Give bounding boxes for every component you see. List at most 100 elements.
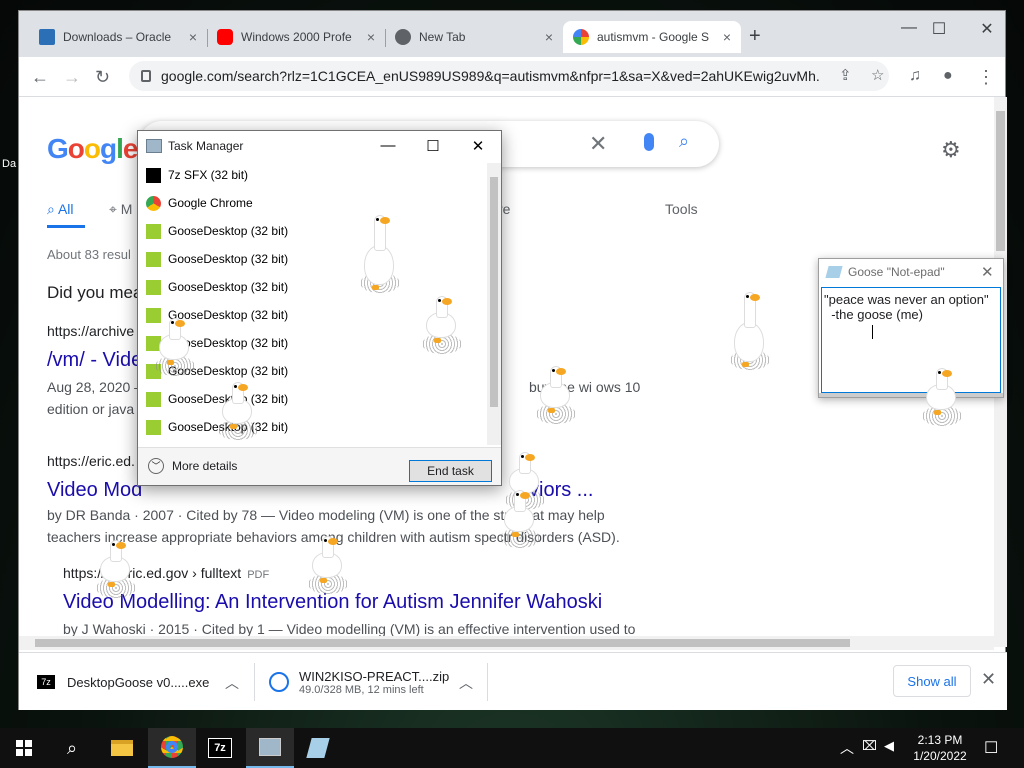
process-row[interactable]: GooseDesktop (32 bit) bbox=[138, 413, 488, 441]
notepad-text-area[interactable]: "peace was never an option" -the goose (… bbox=[821, 287, 1001, 393]
tab-title: Windows 2000 Profe bbox=[241, 30, 352, 44]
goose-app-icon bbox=[146, 223, 161, 239]
media-control-icon[interactable]: ♫ bbox=[909, 67, 921, 85]
task-manager-taskbar-icon[interactable] bbox=[246, 728, 294, 768]
active-tab-indicator bbox=[47, 225, 85, 228]
tab-close-icon[interactable]: × bbox=[723, 29, 731, 45]
minimize-icon[interactable]: — bbox=[373, 137, 403, 154]
process-name: Google Chrome bbox=[168, 196, 253, 210]
forward-arrow-icon[interactable]: → bbox=[63, 67, 81, 88]
youtube-favicon-icon bbox=[217, 29, 233, 45]
notification-icon[interactable]: ☐ bbox=[984, 738, 998, 758]
result-url[interactable]: https:// s.eric.ed.gov › fulltext PDF bbox=[63, 565, 269, 581]
notepad-titlebar[interactable]: Goose "Not-epad" bbox=[819, 259, 1003, 285]
chevron-up-icon[interactable]: ︿ bbox=[225, 673, 239, 693]
download-item-desktopgoose[interactable]: 7z DesktopGoose v0.....exe bbox=[37, 653, 209, 711]
7z-icon: 7z bbox=[37, 675, 55, 689]
pdf-badge: PDF bbox=[247, 569, 270, 581]
maximize-icon[interactable]: ☐ bbox=[919, 19, 959, 39]
result-url[interactable]: https://eric.ed. bbox=[47, 453, 135, 469]
7z-icon bbox=[146, 167, 161, 183]
notepad-scrollbar[interactable] bbox=[819, 393, 1003, 397]
process-row[interactable]: Google Chrome bbox=[138, 189, 488, 217]
start-button[interactable] bbox=[0, 728, 48, 768]
tab-all[interactable]: ⌕ All bbox=[47, 201, 74, 218]
did-you-mean[interactable]: Did you mea bbox=[47, 283, 142, 303]
download-item-win2kiso[interactable]: WIN2KISO-PREACT....zip 49.0/328 MB, 12 m… bbox=[269, 653, 449, 711]
windows-logo-icon bbox=[16, 740, 32, 756]
result-snippet: edition or java bbox=[47, 401, 135, 417]
process-name: GooseDesktop (32 bit) bbox=[168, 224, 289, 238]
result-title[interactable]: Video Mod bbox=[47, 479, 142, 502]
close-download-bar-icon[interactable]: ✕ bbox=[981, 669, 996, 690]
process-name: GooseDesktop (32 bit) bbox=[168, 280, 289, 294]
more-details-button[interactable]: ﹀ More details bbox=[148, 458, 237, 474]
process-row[interactable]: GooseDesktop (32 bit) bbox=[138, 217, 488, 245]
search-icon[interactable]: ⌕ bbox=[679, 131, 689, 152]
task-manager-footer: ﹀ More details End task bbox=[138, 447, 501, 485]
end-task-button[interactable]: End task bbox=[409, 460, 492, 482]
tab-new-tab[interactable]: New Tab × bbox=[385, 21, 563, 53]
close-icon[interactable]: ✕ bbox=[463, 137, 493, 155]
goose-notepad-window: Goose "Not-epad" ✕ "peace was never an o… bbox=[818, 258, 1004, 398]
close-icon[interactable]: ✕ bbox=[981, 263, 994, 281]
tab-windows-2000[interactable]: Windows 2000 Profe × bbox=[207, 21, 385, 53]
result-title[interactable]: /vm/ - Vide bbox=[47, 349, 142, 372]
result-snippet: by J Wahoski · 2015 · Cited by 1 — Video… bbox=[63, 621, 636, 637]
close-icon[interactable]: ✕ bbox=[967, 19, 1007, 39]
desktop-icon-label[interactable]: Da bbox=[2, 158, 16, 170]
profile-avatar-icon[interactable]: ● bbox=[943, 67, 953, 85]
notepad-icon bbox=[825, 266, 843, 278]
file-explorer-icon[interactable] bbox=[98, 728, 146, 768]
process-row[interactable]: GooseDesktop (32 bit) bbox=[138, 385, 488, 413]
maximize-icon[interactable]: ☐ bbox=[418, 137, 448, 155]
settings-gear-icon[interactable]: ⚙ bbox=[941, 137, 961, 163]
process-row[interactable]: GooseDesktop (32 bit) bbox=[138, 273, 488, 301]
tab-title: Downloads – Oracle bbox=[63, 30, 172, 44]
tab-title: New Tab bbox=[419, 30, 466, 44]
tab-tools[interactable]: Tools bbox=[665, 201, 698, 217]
clear-search-icon[interactable]: ✕ bbox=[589, 131, 607, 157]
bookmark-star-icon[interactable]: ☆ bbox=[871, 66, 884, 84]
process-list-scrollbar[interactable] bbox=[487, 163, 501, 445]
process-name: GooseDesktop (32 bit) bbox=[168, 308, 289, 322]
volume-muted-icon[interactable]: ◀ bbox=[884, 738, 894, 754]
share-icon[interactable]: ⇪ bbox=[839, 66, 852, 84]
process-name: 7z SFX (32 bit) bbox=[168, 168, 249, 182]
process-row[interactable]: GooseDesktop (32 bit) bbox=[138, 245, 488, 273]
google-favicon-icon bbox=[573, 29, 589, 45]
process-name: GooseDesktop (32 bit) bbox=[168, 252, 289, 266]
google-logo[interactable]: Google bbox=[47, 133, 138, 165]
chevron-up-icon[interactable]: ︿ bbox=[459, 673, 473, 693]
result-url[interactable]: https://archive bbox=[47, 323, 134, 339]
tab-autismvm-google[interactable]: autismvm - Google S × bbox=[563, 21, 741, 53]
reload-icon[interactable]: ↻ bbox=[95, 67, 110, 88]
system-clock[interactable]: 2:13 PM 1/20/2022 bbox=[900, 732, 980, 764]
result-stats: About 83 resul bbox=[47, 247, 131, 262]
tab-close-icon[interactable]: × bbox=[545, 29, 553, 45]
7z-taskbar-icon[interactable]: 7z bbox=[196, 728, 244, 768]
goose-app-icon bbox=[146, 307, 161, 323]
show-all-button[interactable]: Show all bbox=[893, 665, 971, 697]
new-tab-button[interactable]: + bbox=[749, 25, 761, 48]
tab-downloads-oracle[interactable]: Downloads – Oracle × bbox=[29, 21, 207, 53]
network-icon[interactable]: ⌧ bbox=[862, 738, 877, 754]
result-title[interactable]: Video Modelling: An Intervention for Aut… bbox=[63, 591, 602, 614]
microphone-icon[interactable] bbox=[644, 133, 654, 151]
menu-kebab-icon[interactable]: ⋮ bbox=[977, 67, 995, 88]
chrome-icon bbox=[146, 195, 161, 211]
tab-close-icon[interactable]: × bbox=[367, 29, 375, 45]
lock-icon bbox=[141, 70, 151, 82]
search-icon[interactable]: ⌕ bbox=[48, 728, 96, 768]
tab-close-icon[interactable]: × bbox=[189, 29, 197, 45]
divider bbox=[487, 663, 488, 701]
horizontal-scrollbar[interactable] bbox=[19, 636, 994, 650]
tab-maps[interactable]: ⌖ M bbox=[109, 201, 132, 218]
back-arrow-icon[interactable]: ← bbox=[31, 67, 49, 88]
process-row[interactable]: 7z SFX (32 bit) bbox=[138, 161, 488, 189]
url-text[interactable]: google.com/search?rlz=1C1GCEA_enUS989US9… bbox=[161, 68, 821, 84]
chrome-taskbar-icon[interactable] bbox=[148, 728, 196, 768]
chevron-up-icon[interactable]: ︿ bbox=[840, 738, 854, 758]
notepad-taskbar-icon[interactable] bbox=[294, 728, 342, 768]
address-bar[interactable]: google.com/search?rlz=1C1GCEA_enUS989US9… bbox=[129, 61, 889, 91]
